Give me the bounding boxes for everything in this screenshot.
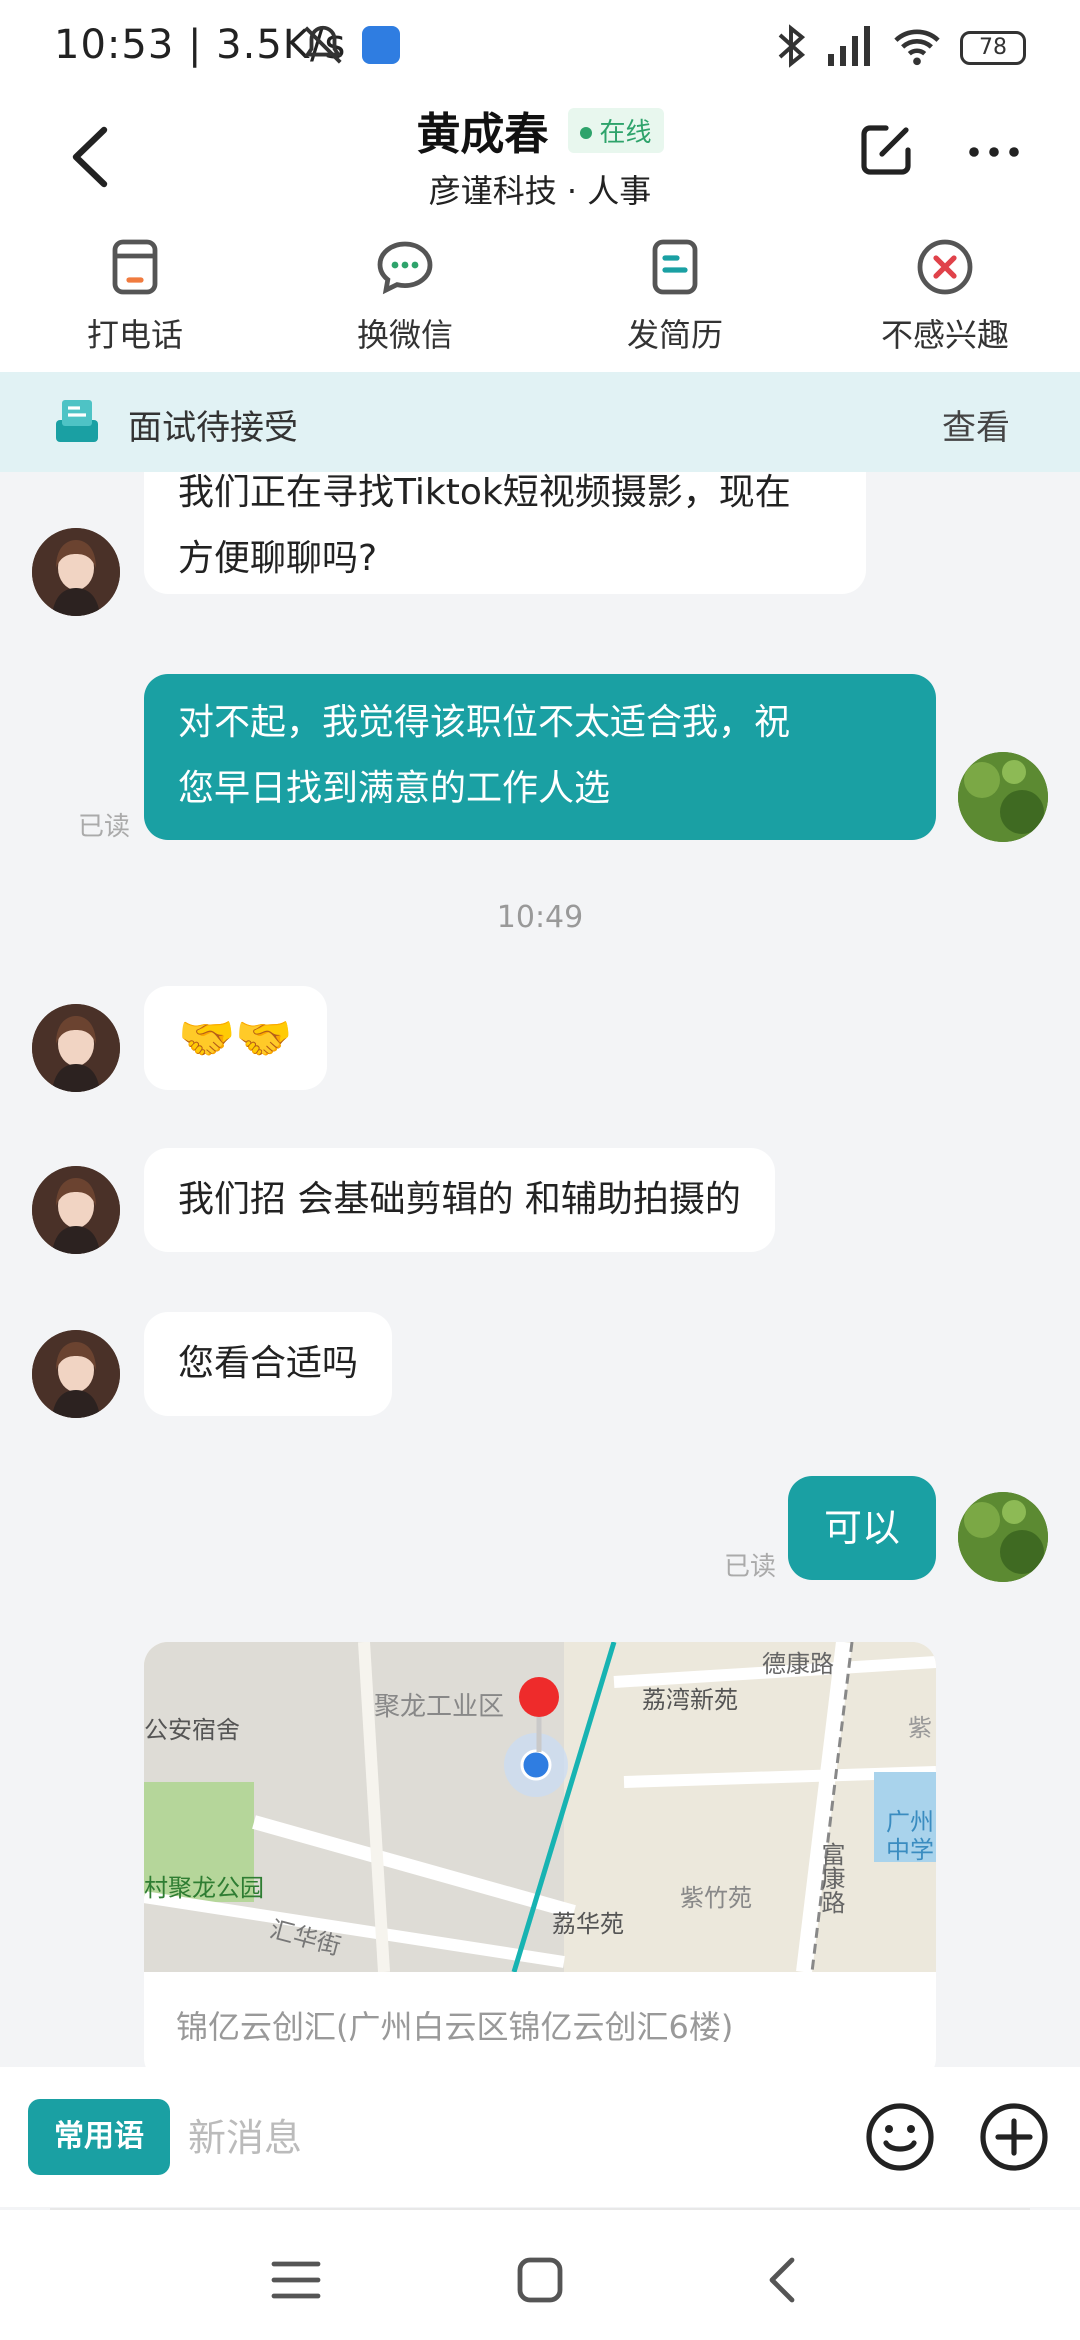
more-options-button[interactable] (964, 132, 1024, 172)
action-call[interactable]: 打电话 (0, 222, 270, 372)
time-divider: 10:49 (496, 900, 584, 935)
contact-avatar[interactable] (32, 1004, 120, 1092)
my-avatar[interactable] (958, 1492, 1048, 1582)
status-bar: 10:53 | 3.5K/s 78 (0, 0, 1080, 92)
battery-indicator: 78 (960, 31, 1026, 65)
wechat-icon (374, 236, 436, 302)
action-resume-label: 发简历 (626, 316, 723, 354)
map-label: 荔湾新苑 (642, 1686, 738, 1714)
message-text-line: 我们正在寻找Tiktok短视频摄影，现在 (178, 472, 791, 513)
location-message-card[interactable]: 聚龙工业区 荔湾新苑 德康路 公安宿舍 紫 广州 中学 村聚龙公园 汇华街 荔华… (144, 1642, 936, 2067)
message-incoming-emoji[interactable]: 🤝🤝 (144, 986, 327, 1090)
interview-view-link[interactable]: 查看 (942, 400, 1010, 449)
contact-avatar[interactable] (32, 1166, 120, 1254)
interview-banner[interactable]: 面试待接受 查看 (0, 372, 1080, 472)
bluetooth-icon (776, 24, 806, 72)
message-text-line: 您早日找到满意的工作人选 (178, 768, 611, 809)
message-incoming[interactable]: 我们招 会基础剪辑的 和辅助拍摄的 (144, 1148, 775, 1252)
read-receipt: 已读 (724, 1552, 777, 1582)
edit-note-button[interactable] (856, 120, 916, 180)
location-address: 锦亿云创汇(广州白云区锦亿云创汇6楼) (176, 2008, 734, 2046)
quick-actions: 打电话 换微信 发简历 不感兴趣 (0, 222, 1080, 372)
message-outgoing[interactable]: 可以 (788, 1476, 936, 1580)
common-phrases-button[interactable]: 常用语 (28, 2099, 170, 2175)
message-input[interactable] (186, 2099, 840, 2177)
system-navigation-bar (0, 2210, 1080, 2340)
map-label: 富康路 (817, 1842, 845, 1914)
action-call-label: 打电话 (86, 316, 183, 354)
chat-message-list[interactable]: 我们正在寻找Tiktok短视频摄影，现在 方便聊聊吗? 已读 对不起，我觉得该职… (0, 472, 1080, 2067)
chat-header: 黄成春 在线 彦谨科技 · 人事 (0, 92, 1080, 222)
message-outgoing[interactable]: 对不起，我觉得该职位不太适合我，祝 您早日找到满意的工作人选 (144, 674, 936, 840)
input-bar: 常用语 (0, 2067, 1080, 2207)
location-map[interactable]: 聚龙工业区 荔湾新苑 德康路 公安宿舍 紫 广州 中学 村聚龙公园 汇华街 荔华… (144, 1642, 936, 1972)
map-label: 荔华苑 (552, 1910, 624, 1938)
resume-icon (647, 236, 703, 302)
online-dot (579, 127, 592, 139)
message-text-line: 对不起，我觉得该职位不太适合我，祝 (178, 702, 791, 743)
map-label: 紫 (908, 1714, 932, 1742)
message-text-line: 方便聊聊吗? (178, 538, 378, 579)
more-attachments-button[interactable] (978, 2101, 1050, 2173)
online-status-text: 在线 (599, 117, 652, 148)
contact-avatar[interactable] (32, 1330, 120, 1418)
map-label: 德康路 (762, 1650, 834, 1678)
online-status-badge: 在线 (567, 107, 664, 153)
read-receipt: 已读 (78, 812, 131, 842)
contact-company: 彦谨科技 · 人事 (428, 172, 652, 210)
interview-status-text: 面试待接受 (128, 408, 298, 448)
message-incoming[interactable]: 您看合适吗 (144, 1312, 393, 1416)
menu-nav-button[interactable] (266, 2250, 326, 2310)
action-resume[interactable]: 发简历 (540, 222, 810, 372)
not-interested-icon (914, 236, 976, 302)
mute-icon (300, 22, 346, 72)
map-label: 紫竹苑 (680, 1884, 752, 1912)
message-incoming[interactable]: 我们正在寻找Tiktok短视频摄影，现在 方便聊聊吗? (144, 472, 866, 594)
map-label: 公安宿舍 (144, 1716, 240, 1744)
phone-icon (107, 236, 163, 302)
status-icons: 78 (776, 24, 1026, 72)
action-wechat-label: 换微信 (356, 316, 453, 354)
map-label: 村聚龙公园 (144, 1874, 264, 1902)
app-notification-icon (362, 26, 400, 64)
home-nav-button[interactable] (510, 2250, 570, 2310)
back-nav-button[interactable] (754, 2250, 814, 2310)
emoji-button[interactable] (864, 2101, 936, 2173)
map-label: 聚龙工业区 (374, 1692, 505, 1722)
map-label: 中学 (886, 1836, 934, 1864)
action-not-interested[interactable]: 不感兴趣 (810, 222, 1080, 372)
title-block: 黄成春 在线 彦谨科技 · 人事 (0, 98, 1080, 212)
action-not-interested-label: 不感兴趣 (880, 316, 1009, 354)
wifi-icon (894, 26, 940, 70)
contact-name: 黄成春 (416, 109, 549, 160)
my-avatar[interactable] (958, 752, 1048, 842)
interview-invite-icon (52, 396, 102, 446)
signal-icon (826, 26, 874, 70)
action-wechat[interactable]: 换微信 (270, 222, 540, 372)
contact-avatar[interactable] (32, 528, 120, 616)
